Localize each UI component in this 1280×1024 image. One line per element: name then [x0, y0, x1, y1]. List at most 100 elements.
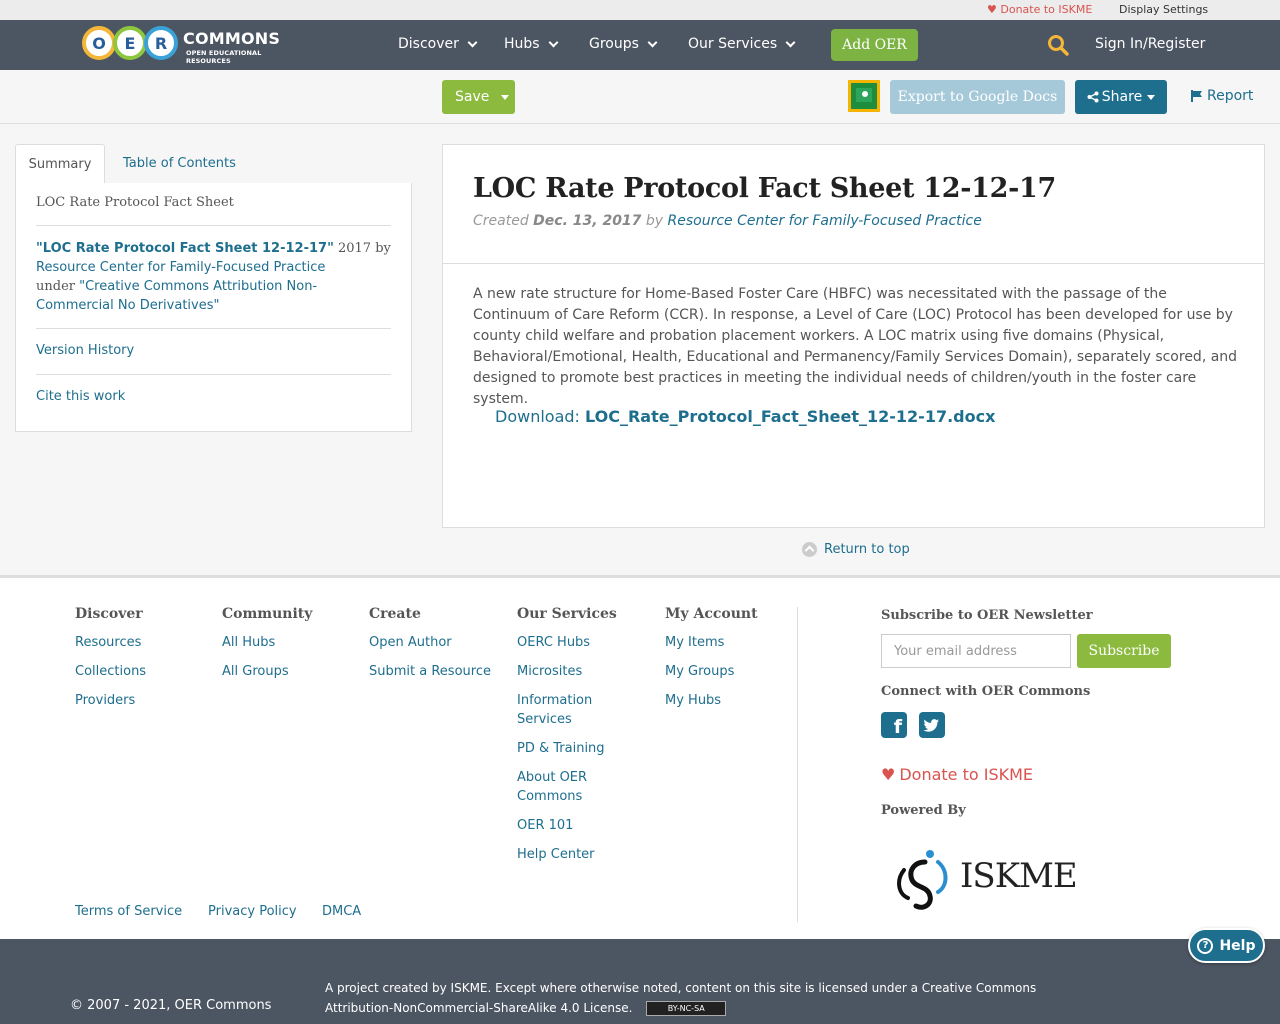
sign-in-register-link[interactable]: Sign In/Register [1095, 36, 1205, 52]
donate-link[interactable]: ♥ Donate to ISKME [987, 3, 1092, 16]
nav-hubs-label: Hubs [504, 36, 540, 52]
arrow-up-circle-icon [802, 542, 817, 557]
footer-col-community: Community All Hubs All Groups [222, 606, 342, 691]
divider [36, 328, 391, 329]
attribution-work-link[interactable]: "LOC Rate Protocol Fact Sheet 12-12-17" [36, 241, 334, 256]
summary-title: LOC Rate Protocol Fact Sheet [36, 195, 234, 210]
return-to-top-link[interactable]: Return to top [802, 542, 910, 557]
help-label: Help [1219, 937, 1256, 954]
footer-link[interactable]: All Groups [222, 662, 342, 681]
resource-content: LOC Rate Protocol Fact Sheet 12-12-17 Cr… [442, 144, 1265, 528]
download-row: Download: LOC_Rate_Protocol_Fact_Sheet_1… [495, 407, 995, 426]
footer-heading: My Account [665, 606, 758, 622]
attribution-year: 2017 by [333, 241, 391, 256]
question-circle-icon: ? [1197, 937, 1214, 954]
utility-bar: ♥ Donate to ISKME Display Settings [0, 0, 1280, 20]
footer-link[interactable]: Submit a Resource [369, 662, 504, 681]
download-label: Download: [495, 407, 586, 426]
summary-panel: LOC Rate Protocol Fact Sheet "LOC Rate P… [15, 183, 412, 432]
help-button[interactable]: ? Help [1188, 928, 1265, 963]
footer-link[interactable]: About OER Commons [517, 768, 617, 806]
footer-heading: Our Services [517, 606, 617, 622]
nav-our-services-label: Our Services [688, 36, 778, 52]
tab-table-of-contents[interactable]: Table of Contents [123, 156, 236, 171]
logo-name: COMMONS [183, 29, 281, 48]
bottom-bar: © 2007 - 2021, OER Commons A project cre… [0, 939, 1280, 1024]
oer-commons-logo[interactable]: O E R COMMONS OPEN EDUCATIONAL RESOURCES [82, 26, 287, 65]
google-classroom-icon[interactable] [848, 80, 880, 112]
caret-down-icon [501, 94, 510, 100]
export-google-docs-button[interactable]: Export to Google Docs [890, 80, 1065, 114]
search-icon[interactable] [1047, 34, 1069, 56]
footer-link[interactable]: Collections [75, 662, 195, 681]
footer-link[interactable]: OERC Hubs [517, 633, 617, 652]
resource-title: LOC Rate Protocol Fact Sheet 12-12-17 [473, 173, 1057, 204]
version-history-link[interactable]: Version History [36, 343, 134, 358]
report-link[interactable]: Report [1190, 88, 1253, 104]
subscribe-button[interactable]: Subscribe [1077, 634, 1171, 668]
footer-link[interactable]: Providers [75, 691, 195, 710]
footer-donate-link[interactable]: ♥ Donate to ISKME [881, 765, 1033, 784]
footer-link[interactable]: Resources [75, 633, 195, 652]
cc-license-badge[interactable]: BY-NC-SA [646, 1001, 727, 1016]
main-navigation: O E R COMMONS OPEN EDUCATIONAL RESOURCES… [0, 20, 1280, 70]
heart-icon: ♥ [881, 765, 896, 784]
resource-toolbar: Save Export to Google Docs Share Report [0, 70, 1280, 124]
attribution-author-link[interactable]: Resource Center for Family-Focused Pract… [36, 260, 325, 275]
footer-heading: Create [369, 606, 421, 622]
footer-link[interactable]: Open Author [369, 633, 504, 652]
privacy-policy-link[interactable]: Privacy Policy [208, 904, 297, 919]
return-to-top-label: Return to top [824, 542, 910, 557]
footer-link[interactable]: My Items [665, 633, 785, 652]
created-date: Dec. 13, 2017 [533, 213, 642, 229]
terms-of-service-link[interactable]: Terms of Service [75, 904, 182, 919]
add-oer-button[interactable]: Add OER [831, 29, 918, 61]
nav-our-services[interactable]: Our Services [688, 36, 796, 52]
footer-link[interactable]: OER 101 [517, 816, 617, 835]
footer-link[interactable]: Microsites [517, 662, 617, 681]
iskme-mark-icon [897, 850, 948, 910]
share-label: Share [1101, 89, 1143, 105]
footer: Discover Resources Collections Providers… [0, 575, 1280, 939]
download-file-link[interactable]: LOC_Rate_Protocol_Fact_Sheet_12-12-17.do… [585, 407, 995, 426]
newsletter-email-input[interactable] [881, 634, 1071, 668]
twitter-icon[interactable] [919, 712, 945, 738]
attribution-license-link[interactable]: "Creative Commons Attribution Non-Commer… [36, 279, 317, 313]
resource-description: A new rate structure for Home-Based Fost… [473, 286, 1238, 407]
nav-groups[interactable]: Groups [589, 36, 658, 52]
logo-letter-e: E [113, 26, 147, 60]
footer-link[interactable]: Information Services [517, 691, 617, 729]
chevron-down-icon [647, 37, 658, 47]
cite-this-work-link[interactable]: Cite this work [36, 389, 125, 404]
footer-heading: Discover [75, 606, 143, 622]
nav-hubs[interactable]: Hubs [504, 36, 559, 52]
iskme-logo[interactable]: ISKME [890, 840, 1090, 912]
sidebar-tabs: Summary Table of Contents [15, 144, 412, 184]
logo-letter-r: R [144, 26, 178, 60]
footer-link[interactable]: Help Center [517, 845, 617, 864]
footer-donate-label: Donate to ISKME [899, 765, 1034, 784]
created-label: Created [473, 213, 534, 229]
flag-icon [1191, 90, 1202, 102]
by-label: by [641, 213, 668, 229]
attribution-under: under [36, 279, 80, 294]
divider [443, 263, 1264, 264]
display-settings-link[interactable]: Display Settings [1119, 3, 1208, 16]
footer-link[interactable]: My Groups [665, 662, 785, 681]
footer-link[interactable]: My Hubs [665, 691, 785, 710]
report-label: Report [1207, 88, 1254, 104]
dmca-link[interactable]: DMCA [322, 904, 361, 919]
tab-summary[interactable]: Summary [15, 144, 105, 184]
resource-author-link[interactable]: Resource Center for Family-Focused Pract… [668, 213, 982, 229]
footer-col-my-account: My Account My Items My Groups My Hubs [665, 606, 785, 720]
chevron-down-icon [467, 37, 478, 47]
nav-discover[interactable]: Discover [398, 36, 478, 52]
connect-heading: Connect with OER Commons [881, 684, 1091, 699]
share-button[interactable]: Share [1075, 80, 1167, 114]
footer-heading: Community [222, 606, 313, 622]
save-button[interactable]: Save [442, 80, 515, 114]
divider [36, 225, 391, 226]
footer-link[interactable]: All Hubs [222, 633, 342, 652]
facebook-icon[interactable]: f [881, 712, 907, 738]
footer-link[interactable]: PD & Training [517, 739, 617, 758]
